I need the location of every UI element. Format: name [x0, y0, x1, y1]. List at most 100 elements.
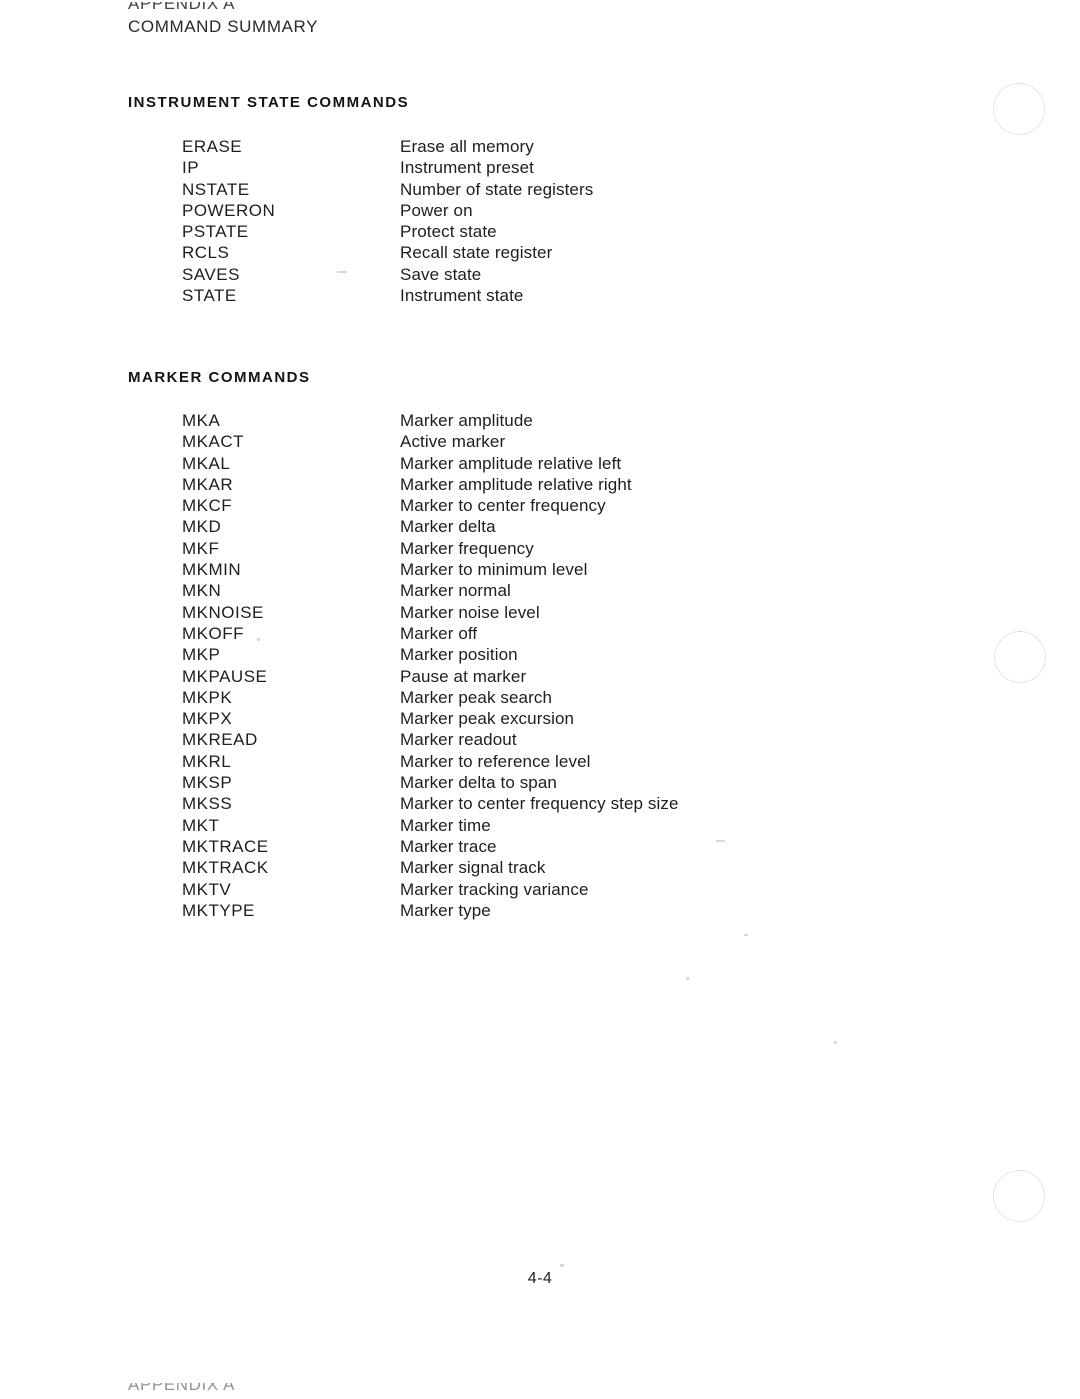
scan-speck — [834, 1041, 837, 1044]
running-header: APPENDIX A COMMAND SUMMARY — [128, 2, 318, 38]
scan-speck — [560, 1264, 564, 1267]
table-row: MKAR Marker amplitude relative right — [182, 474, 679, 495]
table-row: MKNOISE Marker noise level — [182, 602, 679, 623]
command-name: STATE — [182, 286, 237, 306]
command-name: MKAL — [182, 453, 231, 473]
command-description: Marker trace — [400, 836, 497, 856]
table-row: MKPX Marker peak excursion — [182, 708, 679, 729]
command-name: MKTYPE — [182, 900, 255, 920]
table-row: MKREAD Marker readout — [182, 729, 679, 750]
table-row: MKPK Marker peak search — [182, 687, 679, 708]
table-row: MKA Marker amplitude — [182, 410, 679, 431]
command-description: Marker time — [400, 815, 491, 835]
command-description: Protect state — [400, 222, 497, 242]
binder-hole-punch-bottom — [993, 1170, 1045, 1222]
command-name: PSTATE — [182, 222, 249, 242]
command-name: MKTRACK — [182, 858, 269, 878]
command-description: Active marker — [400, 432, 506, 452]
table-row: MKSP Marker delta to span — [182, 772, 679, 793]
command-description: Erase all memory — [400, 137, 534, 156]
command-description: Marker amplitude — [400, 411, 533, 430]
command-name: MKOFF — [182, 623, 244, 643]
table-row: MKT Marker time — [182, 815, 679, 836]
section-heading-instrument-state-commands: INSTRUMENT STATE COMMANDS — [128, 94, 410, 111]
table-row: IP Instrument preset — [182, 157, 593, 178]
command-name: NSTATE — [182, 179, 250, 199]
table-row: STATE Instrument state — [182, 285, 593, 306]
command-name: MKA — [182, 411, 221, 430]
command-name: MKN — [182, 581, 222, 601]
command-description: Recall state register — [400, 243, 553, 263]
command-description: Marker position — [400, 645, 518, 665]
command-name: MKCF — [182, 496, 233, 516]
command-description: Marker frequency — [400, 538, 534, 558]
command-description: Marker to minimum level — [400, 560, 588, 580]
command-name: MKPAUSE — [182, 666, 268, 686]
command-description: Instrument state — [400, 286, 524, 306]
command-name: POWERON — [182, 200, 276, 220]
header-line-appendix-clipped: APPENDIX A — [128, 2, 318, 15]
marker-commands-table: MKA Marker amplitude MKACT Active marker… — [182, 410, 679, 921]
table-row: MKSS Marker to center frequency step siz… — [182, 793, 679, 814]
header-title: COMMAND SUMMARY — [128, 17, 319, 36]
command-description: Pause at marker — [400, 666, 527, 686]
command-description: Marker type — [400, 900, 491, 920]
table-row: MKCF Marker to center frequency — [182, 495, 679, 516]
scan-speck — [716, 840, 725, 842]
command-name: MKD — [182, 517, 222, 537]
document-page: APPENDIX A COMMAND SUMMARY INSTRUMENT ST… — [0, 0, 1080, 1399]
table-row: PSTATE Protect state — [182, 221, 593, 242]
table-row: MKAL Marker amplitude relative left — [182, 453, 679, 474]
table-row: MKOFF Marker off — [182, 623, 679, 644]
next-page-header-text: APPENDIX A — [128, 1383, 236, 1394]
command-description: Power on — [400, 200, 473, 220]
next-page-header-bleed: APPENDIX A — [128, 1383, 235, 1399]
table-row: MKD Marker delta — [182, 516, 679, 537]
table-row: RCLS Recall state register — [182, 242, 593, 263]
command-name: MKF — [182, 538, 220, 558]
command-name: MKTRACE — [182, 836, 269, 856]
command-description: Marker peak excursion — [400, 709, 575, 729]
instrument-state-commands-table: ERASE Erase all memory IP Instrument pre… — [182, 136, 593, 306]
table-row: MKF Marker frequency — [182, 538, 679, 559]
command-name: MKT — [182, 815, 220, 835]
table-row: ERASE Erase all memory — [182, 136, 593, 157]
command-name: MKSS — [182, 794, 233, 814]
command-description: Marker delta to span — [400, 773, 557, 793]
table-row: MKPAUSE Pause at marker — [182, 666, 679, 687]
binder-hole-punch-middle — [994, 631, 1046, 683]
command-name: SAVES — [182, 264, 240, 284]
command-description: Marker tracking variance — [400, 879, 589, 899]
table-row: MKTV Marker tracking variance — [182, 879, 679, 900]
command-description: Instrument preset — [400, 158, 534, 178]
table-row: MKMIN Marker to minimum level — [182, 559, 679, 580]
command-description: Marker normal — [400, 581, 511, 601]
command-description: Marker amplitude relative right — [400, 474, 632, 494]
command-description: Marker noise level — [400, 602, 540, 622]
command-description: Marker signal track — [400, 858, 546, 878]
command-name: MKACT — [182, 432, 244, 452]
command-description: Save state — [400, 264, 482, 284]
command-description: Number of state registers — [400, 179, 594, 199]
command-description: Marker off — [400, 623, 478, 643]
scan-speck — [744, 934, 748, 936]
command-name: MKSP — [182, 773, 233, 793]
command-name: MKMIN — [182, 560, 242, 580]
command-name: MKNOISE — [182, 602, 264, 622]
table-row: SAVES Save state — [182, 264, 593, 285]
command-description: Marker amplitude relative left — [400, 453, 622, 473]
table-row: MKACT Active marker — [182, 431, 679, 452]
section-heading-marker-commands: MARKER COMMANDS — [128, 369, 311, 386]
command-description: Marker delta — [400, 517, 496, 537]
command-description: Marker readout — [400, 730, 517, 750]
command-name: MKREAD — [182, 730, 258, 750]
binder-hole-punch-top — [993, 83, 1045, 135]
command-name: MKPX — [182, 709, 233, 729]
command-description: Marker peak search — [400, 687, 553, 707]
command-name: MKTV — [182, 879, 232, 899]
command-description: Marker to center frequency — [400, 496, 606, 516]
table-row: MKP Marker position — [182, 644, 679, 665]
table-row: MKRL Marker to reference level — [182, 751, 679, 772]
command-name: RCLS — [182, 243, 230, 263]
page-number: 4-4 — [527, 1270, 553, 1287]
